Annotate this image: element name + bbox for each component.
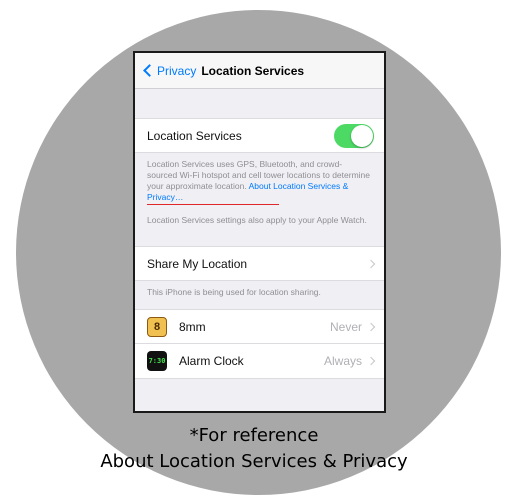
location-services-toggle[interactable] <box>334 123 374 148</box>
phone-screen: Privacy Location Services Location Servi… <box>133 51 386 413</box>
chevron-right-icon <box>366 356 376 366</box>
share-note: This iPhone is being used for location s… <box>147 287 321 297</box>
app-permission-value: Never <box>329 319 362 334</box>
location-description: Location Services uses GPS, Bluetooth, a… <box>135 153 384 205</box>
toggle-knob <box>351 124 373 147</box>
app-name: Alarm Clock <box>179 354 244 368</box>
app-row-8mm[interactable]: 8 8mm Never <box>135 309 384 344</box>
chevron-right-icon <box>366 322 376 331</box>
location-services-label: Location Services <box>147 128 242 143</box>
share-my-location-label: Share My Location <box>147 256 248 271</box>
app-row-alarm-clock[interactable]: 7:30 Alarm Clock Always <box>135 344 384 379</box>
watch-note: Location Services settings also apply to… <box>147 215 367 225</box>
location-services-row: Location Services <box>135 118 384 153</box>
app-permission-value: Always <box>323 354 362 368</box>
8mm-app-icon: 8 <box>147 316 167 337</box>
alarm-clock-app-icon: 7:30 <box>147 351 167 371</box>
caption-reference: *For reference <box>189 425 319 446</box>
back-chevron-icon[interactable] <box>143 64 156 77</box>
page-title: Location Services <box>201 63 305 78</box>
caption-title: About Location Services & Privacy <box>100 451 408 472</box>
back-button[interactable]: Privacy <box>157 64 196 78</box>
app-name: 8mm <box>179 319 206 334</box>
chevron-right-icon <box>366 259 376 268</box>
navigation-bar: Privacy Location Services <box>135 53 384 89</box>
share-my-location-row[interactable]: Share My Location <box>135 246 384 281</box>
